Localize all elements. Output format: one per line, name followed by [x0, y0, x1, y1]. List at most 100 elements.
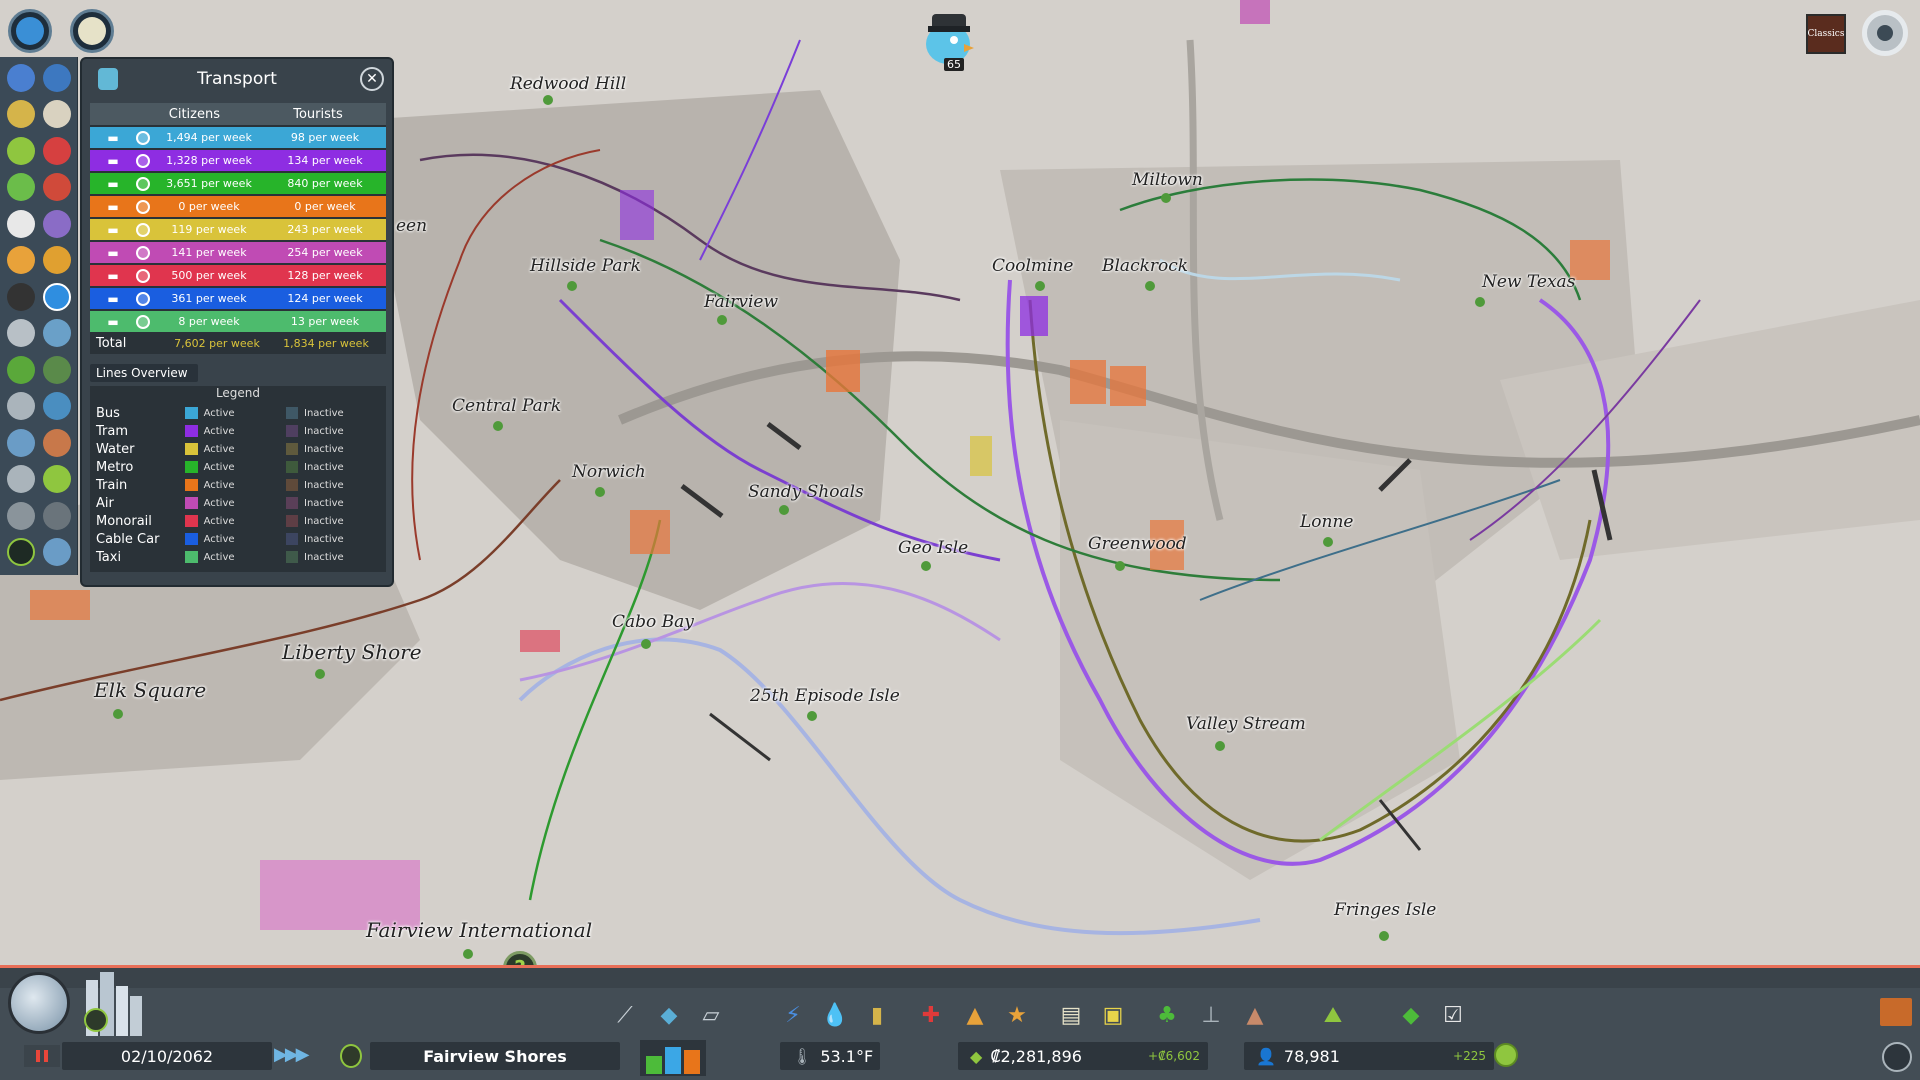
active-swatch	[185, 515, 198, 527]
electricity-view-icon[interactable]	[7, 64, 35, 92]
unique-buildings-icon[interactable]: ⊥	[1196, 1000, 1226, 1030]
zoning-icon[interactable]: ◆	[654, 1000, 684, 1030]
transport-icon[interactable]: ▣	[1098, 1000, 1128, 1030]
legend-mode-name: Monorail	[96, 513, 152, 529]
transport-view-icon[interactable]	[43, 283, 71, 311]
active-label: Active	[203, 551, 235, 563]
milestone-icon[interactable]	[84, 1008, 108, 1032]
population-value: 78,981	[1283, 1046, 1340, 1066]
active-label: Active	[203, 479, 235, 491]
magnifier-icon[interactable]	[136, 153, 150, 168]
health-view-icon[interactable]	[43, 137, 71, 165]
noise-view-icon[interactable]	[7, 246, 35, 274]
money-display[interactable]: ◆ ₡2,281,896 +₡6,602	[958, 1042, 1208, 1070]
radio-view-icon[interactable]	[7, 538, 35, 566]
gear-icon[interactable]	[1862, 10, 1908, 56]
map-label-fairview-international: Fairview International	[366, 918, 593, 942]
parks-icon[interactable]: ♣	[1152, 1000, 1182, 1030]
magnifier-icon[interactable]	[136, 222, 150, 237]
electricity-icon[interactable]: ⚡	[778, 1000, 808, 1030]
landscaping-icon[interactable]: ⛰	[1318, 1000, 1348, 1030]
monuments-icon[interactable]: ▲	[1240, 1000, 1270, 1030]
land-value-view-icon[interactable]	[7, 356, 35, 384]
traffic-view-icon[interactable]	[7, 210, 35, 238]
pollution-view-icon[interactable]	[43, 210, 71, 238]
garbage-icon[interactable]: ▮	[862, 1000, 892, 1030]
happiness-icon	[1494, 1043, 1518, 1067]
population-display[interactable]: 👤 78,981 +225	[1244, 1042, 1494, 1070]
happiness-view-icon[interactable]	[7, 137, 35, 165]
map-label-elk-square: Elk Square	[94, 678, 207, 702]
magnifier-icon[interactable]	[136, 199, 150, 214]
attractiveness-view-icon[interactable]	[7, 173, 35, 201]
active-label: Active	[203, 533, 235, 545]
unlock-button[interactable]	[70, 9, 114, 53]
crime-view-icon[interactable]	[7, 283, 35, 311]
ridership-row-cablecar: ▬ 361 per week 124 per week	[90, 288, 386, 309]
city-name[interactable]: Fairview Shores	[370, 1042, 620, 1070]
radio-station-button[interactable]: Classics	[1806, 14, 1846, 54]
magnifier-icon[interactable]	[136, 245, 150, 260]
bus-icon: ▬	[107, 130, 119, 145]
map-label-new-texas: New Texas	[1482, 272, 1576, 292]
inactive-label: Inactive	[304, 425, 344, 437]
citizen-view-icon[interactable]	[7, 319, 35, 347]
pause-button[interactable]	[24, 1045, 60, 1067]
natural-resources-view-icon[interactable]	[43, 356, 71, 384]
buildings-view-icon[interactable]	[43, 100, 71, 128]
speed-button[interactable]: ▶▶▶	[274, 1044, 309, 1065]
fire-icon[interactable]: ▲	[960, 1000, 990, 1030]
magnifier-icon[interactable]	[136, 314, 150, 329]
inactive-label: Inactive	[304, 551, 344, 563]
money-icon[interactable]: ◆	[1396, 1000, 1426, 1030]
garbage-view-icon[interactable]	[7, 100, 35, 128]
close-icon[interactable]: ✕	[360, 67, 384, 91]
map-label-cabo-bay: Cabo Bay	[612, 612, 694, 632]
magnifier-icon[interactable]	[136, 130, 150, 145]
lines-overview-button[interactable]: Lines Overview	[90, 364, 198, 382]
active-swatch	[185, 425, 198, 437]
chirper-toggle-icon[interactable]	[1882, 1042, 1912, 1072]
legend-mode-name: Train	[96, 477, 128, 493]
water-view-icon[interactable]	[43, 64, 71, 92]
education-icon[interactable]: ▤	[1056, 1000, 1086, 1030]
magnifier-icon[interactable]	[136, 291, 150, 306]
districts-icon[interactable]: ▱	[696, 1000, 726, 1030]
healthcare-icon[interactable]: ✚	[916, 1000, 946, 1030]
total-label: Total	[96, 335, 127, 351]
active-swatch	[185, 461, 198, 473]
fire-safety-view-icon[interactable]	[43, 429, 71, 457]
freecamera-icon[interactable]	[1880, 998, 1912, 1026]
temperature-value: 53.1°F	[820, 1046, 874, 1066]
magnifier-icon[interactable]	[136, 268, 150, 283]
terrain-view-icon[interactable]	[7, 429, 35, 457]
tourists-value: 124 per week	[287, 292, 363, 305]
panel-header[interactable]: Transport ✕	[82, 59, 392, 99]
wind-view-icon[interactable]	[7, 392, 35, 420]
inactive-label: Inactive	[304, 461, 344, 473]
info-views-button[interactable]	[8, 9, 52, 53]
maintenance-view-icon[interactable]	[7, 465, 35, 493]
citizens-value: 500 per week	[171, 269, 247, 282]
water-icon[interactable]: 💧	[820, 1000, 850, 1030]
tourists-value: 134 per week	[287, 154, 363, 167]
fire-view-icon[interactable]	[43, 173, 71, 201]
map-label-greenwood: Greenwood	[1088, 534, 1187, 554]
roads-view-icon[interactable]	[43, 465, 71, 493]
policies-icon[interactable]: ☑	[1438, 1000, 1468, 1030]
snow-view-icon[interactable]	[7, 502, 35, 530]
city-info-button[interactable]	[6, 968, 152, 1040]
legend-row: Tram Active Inactive	[90, 422, 386, 440]
escape-routes-view-icon[interactable]	[43, 502, 71, 530]
police-icon[interactable]: ★	[1002, 1000, 1032, 1030]
education-view-icon[interactable]	[43, 246, 71, 274]
magnifier-icon[interactable]	[136, 176, 150, 191]
loan-button[interactable]	[340, 1044, 362, 1068]
inactive-label: Inactive	[304, 407, 344, 419]
tourism-view-icon[interactable]	[43, 319, 71, 347]
roads-icon[interactable]: ⟋	[610, 1000, 640, 1030]
city-skyline-icon	[86, 972, 142, 1036]
heating-view-icon[interactable]	[43, 392, 71, 420]
districts-view-icon[interactable]	[43, 538, 71, 566]
population-icon: 👤	[1256, 1046, 1276, 1066]
